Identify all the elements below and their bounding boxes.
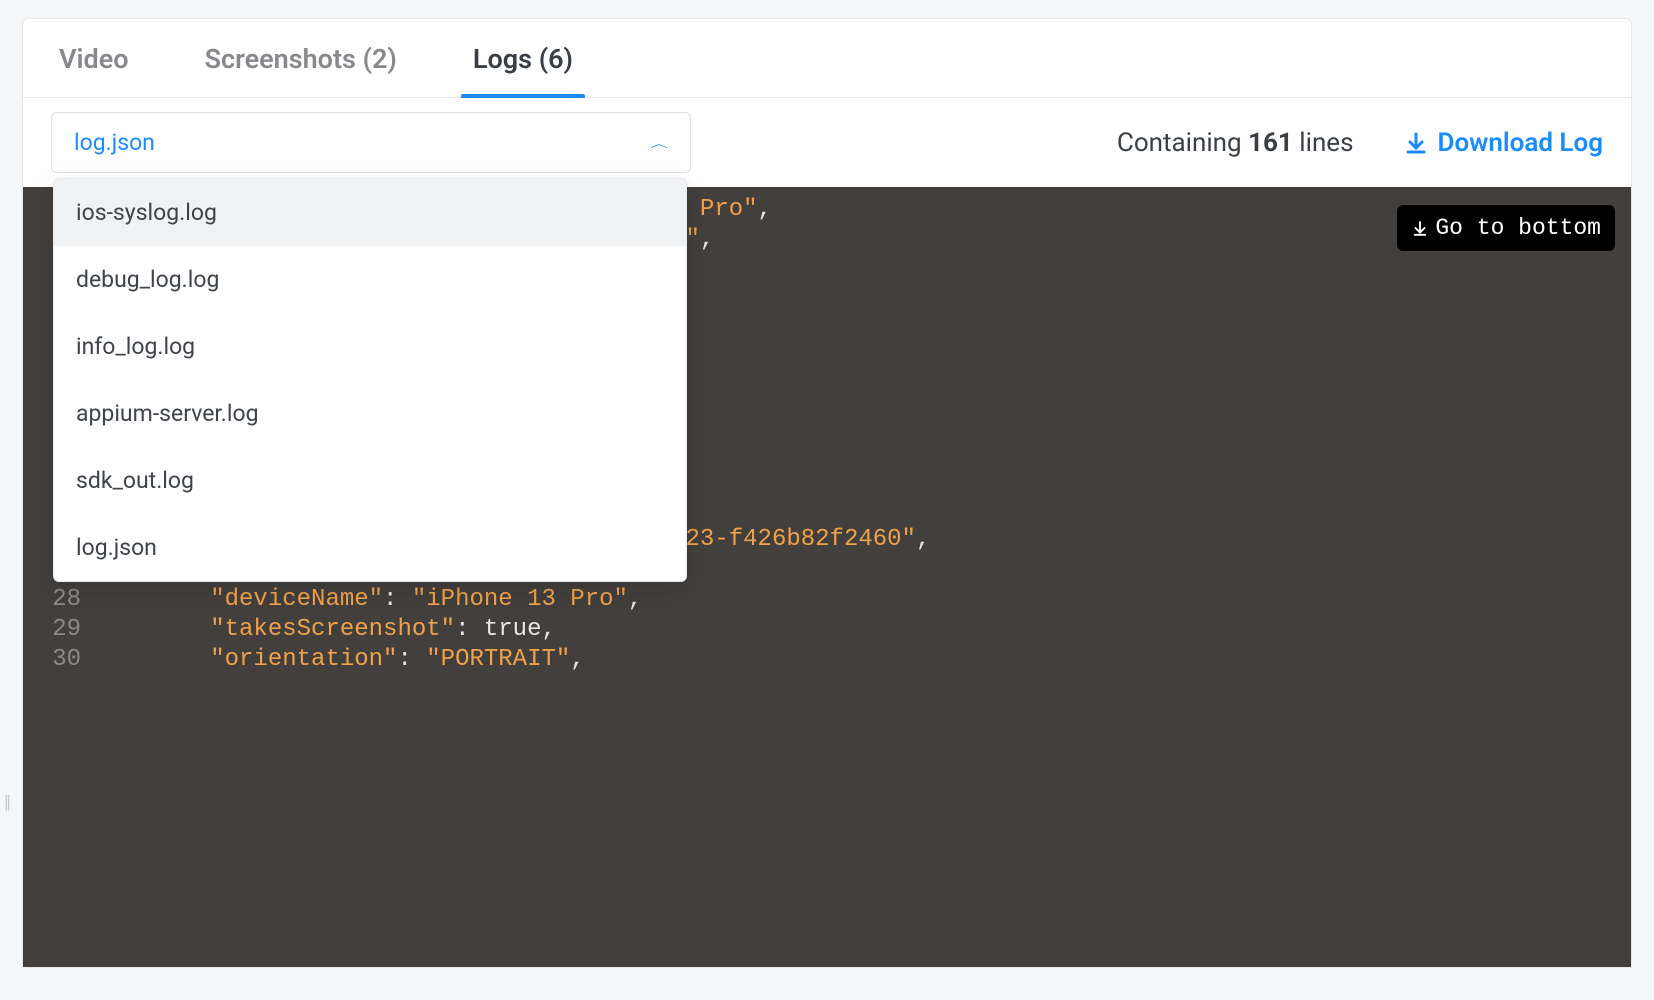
- line-number: 28: [23, 585, 95, 615]
- download-log-button[interactable]: Download Log: [1404, 128, 1603, 158]
- line-content: "deviceName": "iPhone 13 Pro",: [95, 585, 642, 615]
- logs-panel: Video Screenshots (2) Logs (6) log.json ︿ …: [22, 18, 1632, 968]
- log-file-option[interactable]: appium-server.log: [54, 380, 686, 447]
- download-icon: [1404, 131, 1428, 155]
- drag-handle-icon[interactable]: ||: [4, 792, 9, 813]
- log-file-option[interactable]: info_log.log: [54, 313, 686, 380]
- logs-toolbar: log.json ︿ ios-syslog.logdebug_log.login…: [23, 98, 1631, 187]
- log-file-option[interactable]: debug_log.log: [54, 246, 686, 313]
- code-line: 30 "orientation": "PORTRAIT",: [23, 645, 1631, 675]
- log-file-dropdown: ios-syslog.logdebug_log.loginfo_log.loga…: [53, 178, 687, 582]
- line-number: 30: [23, 645, 95, 675]
- tab-screenshots-2[interactable]: Screenshots (2): [205, 19, 397, 97]
- go-to-bottom-button[interactable]: Go to bottom: [1397, 205, 1615, 251]
- lines-count-label: Containing 161 lines: [1117, 128, 1354, 158]
- log-file-select-value: log.json: [74, 129, 155, 156]
- tabs-bar: Video Screenshots (2) Logs (6): [23, 19, 1631, 98]
- chevron-up-icon: ︿: [650, 135, 668, 151]
- log-file-option[interactable]: sdk_out.log: [54, 447, 686, 514]
- line-number: 29: [23, 615, 95, 645]
- log-file-select[interactable]: log.json ︿: [51, 112, 691, 173]
- lines-prefix: Containing: [1117, 128, 1248, 158]
- log-file-option[interactable]: ios-syslog.log: [54, 179, 686, 246]
- tab-logs-6[interactable]: Logs (6): [473, 19, 573, 97]
- log-file-option[interactable]: log.json: [54, 514, 686, 581]
- line-content: "orientation": "PORTRAIT",: [95, 645, 585, 675]
- download-label: Download Log: [1438, 128, 1603, 158]
- go-to-bottom-label: Go to bottom: [1435, 213, 1601, 243]
- lines-count: 161: [1248, 128, 1293, 158]
- line-content: "takesScreenshot": true,: [95, 615, 556, 645]
- tab-video[interactable]: Video: [59, 19, 129, 97]
- code-line: 28 "deviceName": "iPhone 13 Pro",: [23, 585, 1631, 615]
- lines-suffix: lines: [1293, 128, 1354, 158]
- code-line: 29 "takesScreenshot": true,: [23, 615, 1631, 645]
- log-file-select-wrap: log.json ︿ ios-syslog.logdebug_log.login…: [51, 112, 691, 173]
- arrow-down-icon: [1411, 219, 1429, 237]
